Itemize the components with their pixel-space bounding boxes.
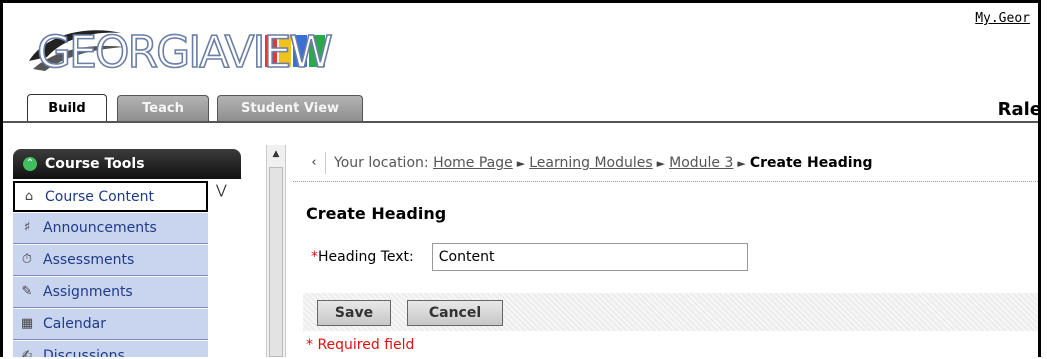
course-tools-heading[interactable]: ⌃ Course Tools [13, 149, 241, 179]
header: GEORGIAVIEW My.Geor [3, 3, 1038, 87]
page-title: Create Heading [306, 204, 447, 223]
breadcrumb-prefix: Your location: [334, 155, 429, 171]
scroll-thumb[interactable] [269, 167, 283, 357]
sidebar-item-label: Announcements [43, 220, 157, 236]
main-content: ‹ Your location: Home Page ► Learning Mo… [293, 145, 1038, 357]
sidebar-item-calendar[interactable]: ▦ Calendar [13, 309, 208, 340]
heading-text-input[interactable] [431, 243, 748, 271]
sidebar-item-label: Calendar [43, 316, 106, 332]
sidebar-item-label: Discussions [43, 348, 125, 357]
sidebar-item-label: Assessments [43, 252, 135, 268]
breadcrumb-separator-icon: ► [516, 156, 526, 170]
my-georgia-link[interactable]: My.Geor [975, 11, 1030, 26]
sidebar-item-assessments[interactable]: ⏱ Assessments [13, 245, 208, 276]
header-divider [3, 121, 1038, 135]
calendar-icon: ▦ [20, 316, 34, 331]
course-tools-title: Course Tools [45, 156, 145, 172]
sidebar-item-label: Assignments [43, 284, 133, 300]
tab-teach[interactable]: Teach [117, 95, 209, 121]
sidebar-item-label: Course Content [45, 188, 155, 205]
chevron-left-icon[interactable]: ‹ [303, 152, 326, 174]
breadcrumb-home-page[interactable]: Home Page [433, 155, 513, 171]
logo-wordmark: GEORGIAVIEW [36, 26, 333, 79]
breadcrumb: ‹ Your location: Home Page ► Learning Mo… [293, 145, 1038, 182]
scroll-up-arrow-icon[interactable]: ▲ [267, 149, 285, 163]
save-button[interactable]: Save [317, 300, 391, 326]
required-field-note: * Required field [306, 337, 415, 353]
role-tabs: Build Teach Student View [3, 87, 1038, 122]
sidebar-item-discussions[interactable]: ✍ Discussions [13, 341, 208, 357]
georgiaview-logo: GEORGIAVIEW [25, 21, 345, 83]
sidebar-item-course-content[interactable]: ⌂ Course Content [13, 181, 208, 212]
discussion-icon: ✍ [21, 348, 33, 357]
tab-build[interactable]: Build [27, 94, 107, 122]
sidebar-scrollbar[interactable]: ▲ [266, 145, 286, 357]
breadcrumb-separator-icon: ► [737, 156, 746, 170]
heading-text-row: * Heading Text: [311, 243, 748, 271]
megaphone-icon: ♯ [23, 220, 31, 235]
required-marker: * [311, 249, 318, 265]
action-bar: Save Cancel [303, 293, 1038, 331]
breadcrumb-separator-icon: ► [656, 156, 666, 170]
collapse-icon[interactable]: ⌃ [23, 157, 37, 171]
course-tools-sidebar: ⌃ Course Tools ⌂ Course Content ⋁ ♯ Anno… [3, 145, 241, 357]
stopwatch-icon: ⏱ [21, 252, 33, 267]
heading-text-label: Heading Text: [318, 249, 414, 265]
breadcrumb-learning-modules[interactable]: Learning Modules [529, 155, 652, 171]
sidebar-item-assignments[interactable]: ✎ Assignments [13, 277, 208, 308]
user-name: Rale [997, 99, 1041, 120]
pencil-icon: ✎ [21, 284, 33, 299]
breadcrumb-current: Create Heading [749, 155, 873, 171]
home-icon: ⌂ [24, 188, 34, 204]
breadcrumb-module-3[interactable]: Module 3 [669, 155, 733, 171]
chevron-double-down-icon[interactable]: ⋁ [216, 183, 232, 199]
app-window: GEORGIAVIEW My.Geor Build Teach Student … [0, 0, 1041, 357]
sidebar-item-announcements[interactable]: ♯ Announcements [13, 213, 208, 244]
cancel-button[interactable]: Cancel [407, 300, 503, 326]
tab-student-view[interactable]: Student View [217, 95, 363, 121]
